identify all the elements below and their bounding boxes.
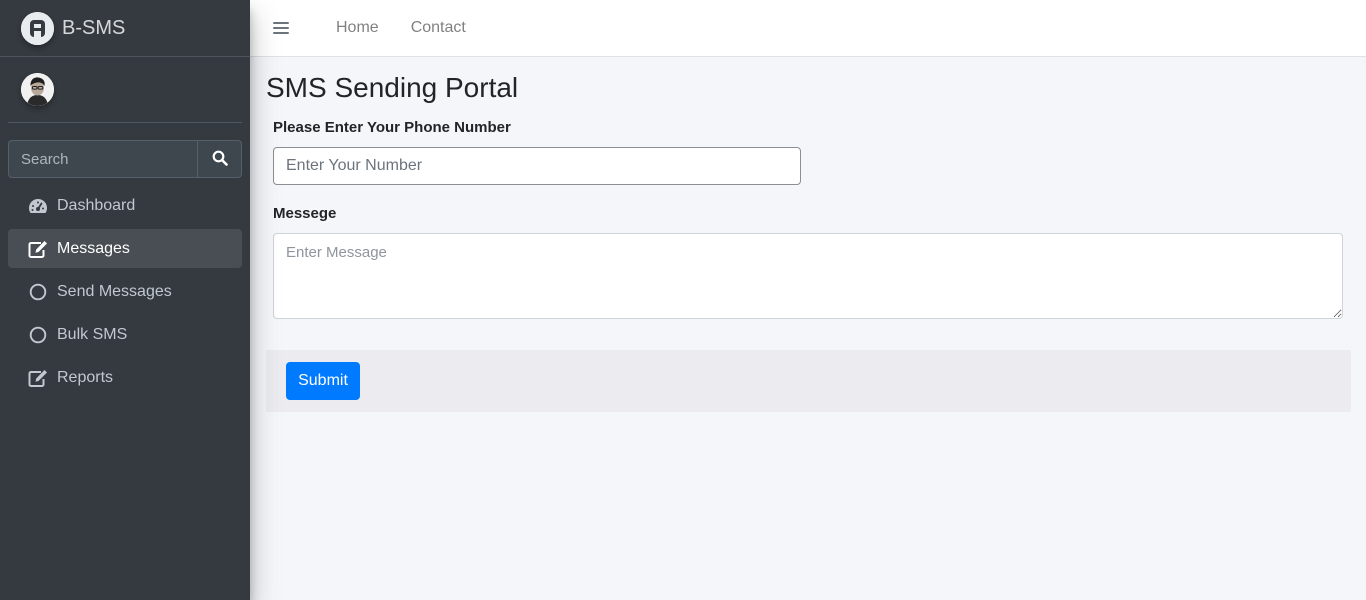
- circle-icon: [27, 282, 49, 302]
- edit-icon: [27, 239, 49, 259]
- nav-link-home[interactable]: Home: [336, 19, 379, 37]
- top-navbar: Home Contact: [250, 0, 1366, 57]
- search-input[interactable]: [8, 140, 197, 178]
- sidebar-item-label: Dashboard: [57, 196, 136, 214]
- tachometer-icon: [27, 196, 49, 216]
- brand-name: B-SMS: [62, 16, 126, 39]
- avatar[interactable]: [21, 73, 54, 106]
- message-textarea[interactable]: [273, 233, 1343, 319]
- sidebar-item-label: Bulk SMS: [57, 325, 128, 343]
- sidebar-item-dashboard[interactable]: Dashboard: [8, 186, 242, 225]
- message-label: Messege: [273, 205, 337, 222]
- brand-logo-icon: [21, 11, 54, 45]
- hamburger-icon[interactable]: [273, 21, 289, 35]
- submit-button[interactable]: Submit: [286, 362, 360, 400]
- user-panel: [8, 57, 242, 123]
- phone-number-input[interactable]: [273, 147, 801, 185]
- sidebar-item-reports[interactable]: Reports: [8, 358, 242, 397]
- sidebar-item-label: Reports: [57, 368, 114, 386]
- sidebar-item-bulk-sms[interactable]: Bulk SMS: [8, 315, 242, 354]
- form-footer: Submit: [266, 350, 1351, 412]
- search-icon: [212, 150, 228, 169]
- page-title: SMS Sending Portal: [266, 72, 519, 103]
- brand-link[interactable]: B-SMS: [0, 0, 250, 57]
- sidebar-item-label: Send Messages: [57, 282, 172, 300]
- sidebar-item-send-messages[interactable]: Send Messages: [8, 272, 242, 311]
- phone-label: Please Enter Your Phone Number: [273, 119, 511, 136]
- search-button[interactable]: [197, 140, 242, 178]
- circle-icon: [27, 325, 49, 345]
- sidebar: B-SMS Search Dashboard Messages Send Mes…: [0, 0, 250, 600]
- sidebar-item-label: Messages: [57, 239, 130, 257]
- edit-icon: [27, 368, 49, 388]
- sidebar-item-messages[interactable]: Messages: [8, 229, 242, 268]
- nav-link-contact[interactable]: Contact: [411, 19, 466, 37]
- sidebar-search: [8, 140, 242, 178]
- sidebar-nav: Dashboard Messages Send Messages Bulk SM…: [8, 186, 242, 401]
